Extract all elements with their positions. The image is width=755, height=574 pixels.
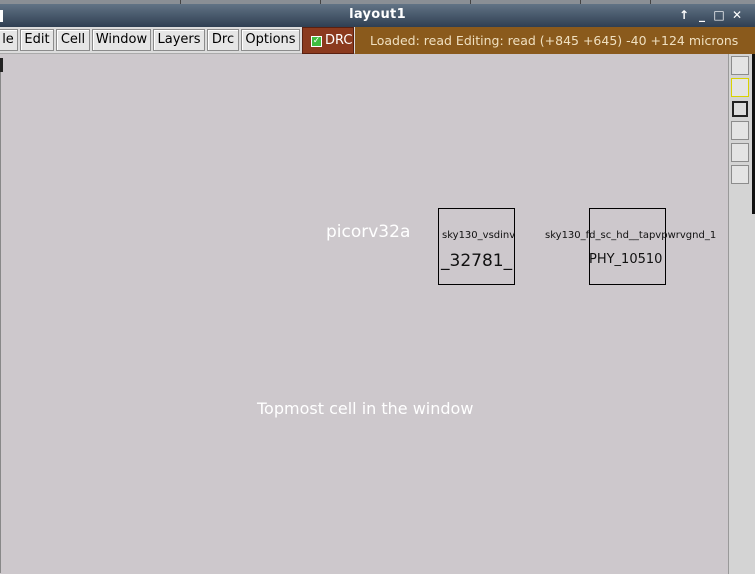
status-readout: Loaded: read Editing: read (+845 +645) -…	[355, 27, 755, 54]
maximize-arrow-icon[interactable]: ↑	[676, 7, 692, 23]
drc-toggle[interactable]: ✓ DRC	[302, 27, 354, 54]
cell-type-label: sky130_vsdinv	[442, 230, 516, 241]
layer-swatch-icon[interactable]	[731, 121, 749, 140]
canvas-hint: Topmost cell in the window	[257, 399, 474, 418]
restore-icon[interactable]: □	[711, 7, 727, 23]
menu-file[interactable]: le	[0, 29, 18, 51]
menu-cell[interactable]: Cell	[56, 29, 90, 51]
menu-window[interactable]: Window	[92, 29, 151, 51]
menu-edit[interactable]: Edit	[20, 29, 54, 51]
layer-swatch-icon[interactable]	[731, 143, 749, 162]
menu-options[interactable]: Options	[241, 29, 300, 51]
window-title: layout1	[349, 7, 406, 22]
instance-name-label: PHY_10510	[589, 252, 663, 267]
layout-canvas[interactable]: picorv32a sky130_vsdinv _32781_ sky130_f…	[0, 54, 728, 574]
layer-swatch-icon[interactable]	[731, 56, 749, 75]
window-titlebar: layout1 ↑ _ □ ✕	[0, 0, 755, 27]
cell-type-label: sky130_fd_sc_hd__tapvpwrvgnd_1	[545, 230, 717, 241]
taskbar-strip	[0, 0, 755, 4]
menu-layers[interactable]: Layers	[153, 29, 205, 51]
layer-swatch-yellow-icon[interactable]	[731, 78, 749, 97]
layer-toolbar	[728, 54, 755, 574]
drc-label: DRC	[325, 33, 353, 48]
instance-name-label: _32781_	[441, 251, 513, 271]
layer-swatch-outline-icon[interactable]	[732, 101, 748, 117]
top-cell-name: picorv32a	[326, 222, 411, 242]
canvas-edge	[0, 58, 1, 573]
cell-instance-tapvpwrvgnd[interactable]	[589, 208, 666, 285]
close-icon[interactable]: ✕	[729, 7, 745, 23]
cell-instance-vsdinv[interactable]	[438, 208, 515, 285]
checkbox-checked-icon[interactable]: ✓	[311, 36, 322, 47]
layer-swatch-icon[interactable]	[731, 165, 749, 184]
minimize-icon[interactable]: _	[694, 7, 710, 23]
canvas-edge-marker	[0, 58, 3, 72]
menu-drc[interactable]: Drc	[207, 29, 239, 51]
